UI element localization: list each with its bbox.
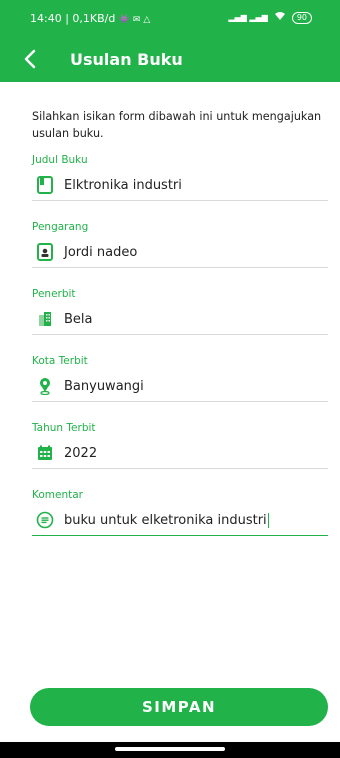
save-button[interactable]: SIMPAN [30,688,328,726]
person-badge-icon [36,243,54,261]
intro-text: Silahkan isikan form dibawah ini untuk m… [32,110,322,140]
calendar-icon [36,444,54,462]
book-icon [36,176,54,194]
field-label: Pengarang [32,221,89,233]
judul-buku-input[interactable]: Elktronika industri [32,170,328,201]
page-title: Usulan Buku [70,50,183,69]
field-judul-buku: Judul Buku Elktronika industri [32,154,330,221]
kota-terbit-input[interactable]: Banyuwangi [32,371,328,402]
home-handle[interactable] [115,747,225,751]
field-pengarang: Pengarang Jordi nadeo [32,221,330,288]
status-time: 14:40 | 0,1KB/d 👾 ✉ △ [30,12,151,25]
field-label: Tahun Terbit [32,422,96,434]
field-value: Elktronika industri [64,177,182,193]
wifi-icon [274,11,286,24]
text-cursor [267,512,270,528]
field-komentar: Komentar buku untuk elketronika industri [32,489,330,556]
field-value: Jordi nadeo [64,244,138,260]
status-bar: 14:40 | 0,1KB/d 👾 ✉ △ ▂▄▆ ▂▄▆ 90 [0,0,340,36]
field-label: Komentar [32,489,83,501]
komentar-input[interactable]: buku untuk elketronika industri [32,505,328,536]
field-value: Banyuwangi [64,378,144,394]
pengarang-input[interactable]: Jordi nadeo [32,237,328,268]
field-value: Bela [64,311,93,327]
app-bar: Usulan Buku [0,40,340,80]
field-label: Kota Terbit [32,355,88,367]
status-indicators: ▂▄▆ ▂▄▆ 90 [228,11,312,24]
battery-icon: 90 [291,11,312,24]
penerbit-input[interactable]: Bela [32,304,328,335]
location-pin-icon [36,377,54,395]
building-icon [36,310,54,328]
system-nav-bar [0,742,340,758]
comment-icon [36,511,54,529]
field-label: Penerbit [32,288,76,300]
tahun-terbit-input[interactable]: 2022 [32,438,328,469]
field-value: 2022 [64,445,98,461]
field-value: buku untuk elketronika industri [64,512,270,528]
form-content: Silahkan isikan form dibawah ini untuk m… [32,108,330,556]
field-penerbit: Penerbit Bela [32,288,330,355]
notification-icons: 👾 ✉ △ [118,15,151,25]
field-tahun-terbit: Tahun Terbit 2022 [32,422,330,489]
field-kota-terbit: Kota Terbit Banyuwangi [32,355,330,422]
back-arrow-icon[interactable] [22,48,40,70]
field-label: Judul Buku [32,154,88,166]
signal-icon: ▂▄▆ ▂▄▆ [228,13,268,22]
